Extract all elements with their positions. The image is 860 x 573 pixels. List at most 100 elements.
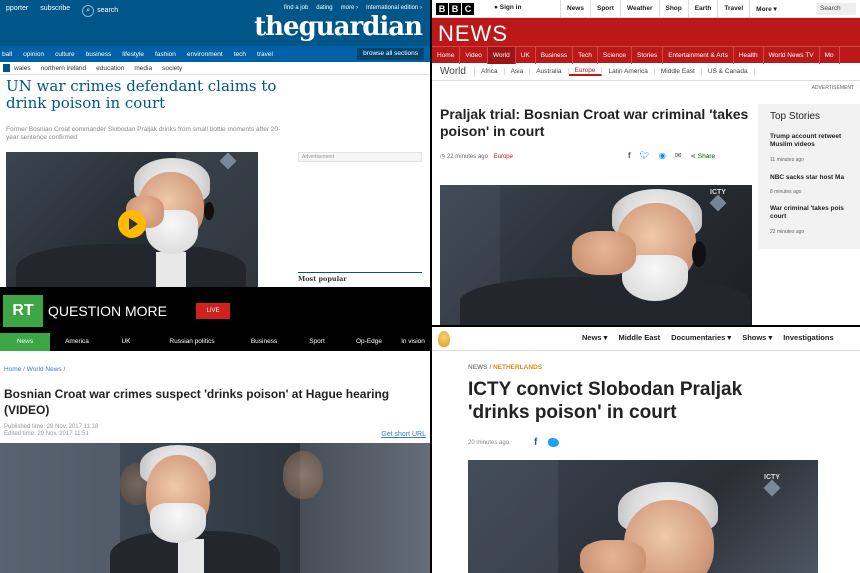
rt-publish-info: Published time: 29 Nov, 2017 11:18 Edite… xyxy=(4,424,98,438)
bbc-top-link[interactable]: Shop xyxy=(658,0,688,18)
bbc-subnav-item-active[interactable]: Europe xyxy=(568,67,603,76)
guardian-right-link[interactable]: dating xyxy=(316,5,332,11)
bbc-nav-item[interactable]: Business xyxy=(536,47,574,64)
guardian-search-link[interactable]: ⌕ search xyxy=(82,5,118,17)
rt-live-button[interactable]: LIVE xyxy=(196,303,230,319)
bbc-meta-section-link[interactable]: Europe xyxy=(494,154,513,160)
guardian-most-popular-heading: Most popular xyxy=(298,275,347,283)
guardian-nav-item[interactable]: lifestyle xyxy=(122,51,144,58)
rt-nav-item[interactable]: America xyxy=(50,333,104,351)
bbc-nav-item[interactable]: Science xyxy=(598,47,632,64)
rt-logo[interactable]: RT xyxy=(3,295,43,327)
guardian-edition-link[interactable]: International edition › xyxy=(366,5,422,11)
guardian-top-link[interactable]: pporter xyxy=(6,5,28,17)
aljazeera-article-photo: ICTY xyxy=(468,460,818,573)
bbc-top-link[interactable]: Earth xyxy=(687,0,718,18)
bbc-top-link[interactable]: Weather xyxy=(619,0,659,18)
rt-published-time: Published time: 29 Nov, 2017 11:18 xyxy=(4,424,99,430)
icty-watermark: ICTY xyxy=(709,189,727,212)
twitter-icon[interactable]: 🐦︎ xyxy=(640,151,650,160)
aljazeera-panel: News ▾ Middle East Documentaries ▾ Shows… xyxy=(432,327,860,573)
bbc-signin-link[interactable]: ● Sign in xyxy=(494,4,521,11)
guardian-nav-item[interactable]: opinion xyxy=(23,51,44,58)
guardian-logo[interactable]: theguardian xyxy=(254,12,423,42)
rt-nav-item[interactable]: Business xyxy=(236,333,292,351)
bbc-nav-item[interactable]: Mo xyxy=(820,47,840,64)
rt-nav-item[interactable]: In vision xyxy=(396,333,430,351)
user-icon: ● xyxy=(494,4,498,11)
share-button[interactable]: ⋖ Share xyxy=(691,152,716,160)
bbc-top-story-time: 22 minutes ago xyxy=(770,229,805,235)
aljazeera-nav-item[interactable]: Middle East xyxy=(618,333,660,342)
aljazeera-kicker-region[interactable]: NETHERLANDS xyxy=(493,364,542,371)
bbc-nav-item[interactable]: Home xyxy=(432,47,461,64)
bbc-nav-item[interactable]: UK xyxy=(516,47,536,64)
rt-slogan: QUESTION MORE xyxy=(48,303,168,319)
rt-nav-item[interactable]: Op-Edge xyxy=(342,333,396,351)
bbc-nav-item[interactable]: World News TV xyxy=(764,47,820,64)
aljazeera-nav-item[interactable]: News ▾ xyxy=(582,333,607,342)
bbc-nav-item[interactable]: Stories xyxy=(632,47,664,64)
twitter-icon[interactable] xyxy=(548,438,559,447)
bbc-nav-item[interactable]: Health xyxy=(734,47,764,64)
rt-breadcrumb[interactable]: Home / World News / xyxy=(4,366,65,373)
rt-nav-item-active[interactable]: News xyxy=(0,333,50,351)
bbc-top-link[interactable]: Sport xyxy=(589,0,620,18)
rt-nav-item[interactable]: UK xyxy=(104,333,148,351)
guardian-subnav-item[interactable]: media xyxy=(134,65,152,72)
bbc-top-link[interactable]: More ▾ xyxy=(749,0,783,18)
guardian-nav-item[interactable]: tech xyxy=(234,51,246,58)
guardian-top-links: pporter subscribe ⌕ search xyxy=(6,5,118,17)
bbc-nav-item[interactable]: Video xyxy=(460,47,488,64)
play-icon[interactable] xyxy=(118,210,146,238)
bbc-top-story-link[interactable]: Trump account retweet Muslim videos xyxy=(770,133,860,149)
aljazeera-nav-item[interactable]: Investigations xyxy=(783,333,833,342)
guardian-nav-item[interactable]: environment xyxy=(187,51,223,58)
bbc-subnav-item[interactable]: Latin America xyxy=(602,68,655,75)
bbc-subnav-item[interactable]: US & Canada xyxy=(702,68,755,75)
guardian-right-link[interactable]: more › xyxy=(341,5,358,11)
bbc-top-link[interactable]: Travel xyxy=(717,0,749,18)
bbc-top-link[interactable]: News xyxy=(560,0,590,18)
bbc-top-story-link[interactable]: War criminal 'takes pois court xyxy=(770,205,860,221)
guardian-nav-item[interactable]: ball xyxy=(2,51,12,58)
guardian-top-link[interactable]: subscribe xyxy=(40,5,70,17)
guardian-subnav-item[interactable]: northern ireland xyxy=(41,65,87,72)
bbc-subnav-item[interactable]: Asia xyxy=(505,68,531,75)
rt-nav-item[interactable]: Sport xyxy=(292,333,342,351)
bbc-top-story-link[interactable]: NBC sacks star host Ma xyxy=(770,174,860,182)
bbc-section-title[interactable]: World xyxy=(432,66,475,77)
rt-nav-item[interactable]: Russian politics xyxy=(148,333,236,351)
guardian-subnav-item[interactable]: education xyxy=(96,65,124,72)
bbc-subnav-item[interactable]: Africa xyxy=(475,68,505,75)
guardian-nav-item[interactable]: business xyxy=(86,51,112,58)
guardian-advertisement: Advertisement xyxy=(298,152,422,162)
guardian-nav-item[interactable]: fashion xyxy=(155,51,176,58)
bbc-subnav-item[interactable]: Middle East xyxy=(655,68,702,75)
bbc-share-tools: f 🐦︎ ◉ ✉ ⋖ Share xyxy=(628,151,715,160)
bbc-nav-item-active[interactable]: World xyxy=(487,47,516,64)
bbc-nav-item[interactable]: Entertainment & Arts xyxy=(663,47,734,64)
bbc-news-brand[interactable]: NEWS xyxy=(438,21,508,47)
bbc-top-story-time: 8 minutes ago xyxy=(770,189,802,195)
aljazeera-nav-item[interactable]: Documentaries ▾ xyxy=(671,333,731,342)
messenger-icon[interactable]: ◉ xyxy=(659,151,666,160)
rt-short-url-link[interactable]: Get short URL xyxy=(381,431,426,438)
bbc-subnav-item[interactable]: Australia xyxy=(530,68,569,75)
bbc-nav-item[interactable]: Tech xyxy=(573,47,598,64)
aljazeera-kicker-section[interactable]: NEWS xyxy=(468,364,488,371)
bbc-logo[interactable]: B B C xyxy=(436,3,474,15)
aljazeera-logo-icon[interactable] xyxy=(438,331,450,347)
email-icon[interactable]: ✉ xyxy=(675,151,682,160)
bbc-top-links: News Sport Weather Shop Earth Travel Mor… xyxy=(560,0,783,18)
guardian-nav-item[interactable]: travel xyxy=(257,51,273,58)
facebook-icon[interactable]: f xyxy=(628,151,631,160)
guardian-browse-sections-button[interactable]: browse all sections xyxy=(357,48,424,60)
facebook-icon[interactable]: f xyxy=(534,437,537,448)
guardian-right-link[interactable]: find a job xyxy=(284,5,308,11)
aljazeera-nav-item[interactable]: Shows ▾ xyxy=(742,333,772,342)
guardian-nav-item[interactable]: culture xyxy=(55,51,75,58)
bbc-search-input[interactable]: Search xyxy=(816,3,856,15)
guardian-subnav-item[interactable]: society xyxy=(162,65,182,72)
guardian-subnav-item[interactable]: wales xyxy=(14,65,31,72)
